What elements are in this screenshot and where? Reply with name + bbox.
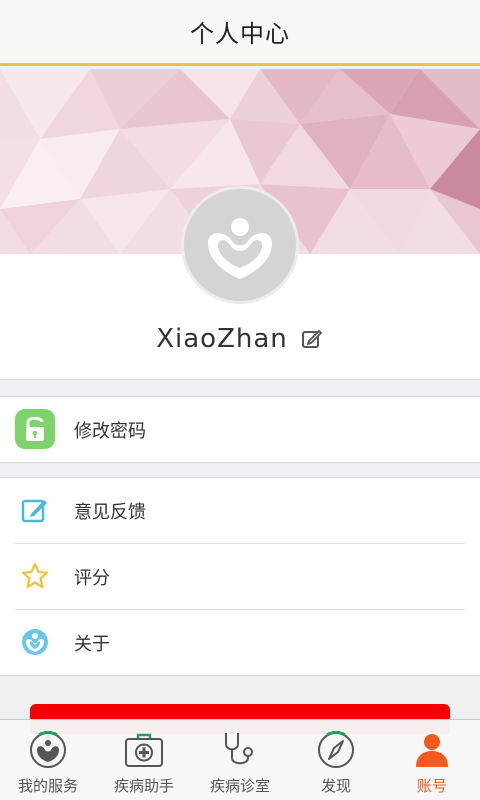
tab-label: 疾病助手: [113, 777, 174, 795]
tab-label: 发现: [320, 777, 351, 795]
compass-icon: [316, 730, 356, 770]
menu-item-label: 修改密码: [74, 420, 146, 442]
tab-disease-clinic[interactable]: 疾病诊室: [192, 720, 288, 800]
medkit-icon: [124, 730, 164, 770]
tab-account[interactable]: 账号: [384, 720, 480, 800]
menu-item-about[interactable]: 关于: [0, 610, 480, 675]
stethoscope-icon: [220, 730, 260, 770]
title-bar: 个人中心: [0, 0, 480, 66]
menu-item-label: 评分: [74, 567, 110, 589]
menu-item-feedback[interactable]: 意见反馈: [0, 478, 480, 543]
info-logo-icon: [15, 622, 55, 662]
avatar[interactable]: [181, 186, 299, 304]
app-logo-icon: [208, 218, 272, 279]
tab-label: 疾病诊室: [209, 777, 270, 795]
account-icon: [412, 730, 452, 770]
menu-item-change-password[interactable]: 修改密码: [0, 397, 480, 462]
bottom-tab-bar: 我的服务 疾病助手 疾病诊室 发现 账号: [0, 719, 480, 800]
star-icon: [15, 556, 55, 596]
page-title: 个人中心: [190, 20, 290, 48]
menu-item-label: 意见反馈: [74, 501, 146, 523]
edit-name-icon[interactable]: [300, 327, 324, 351]
tab-my-service[interactable]: 我的服务: [0, 720, 96, 800]
service-icon: [28, 730, 68, 770]
username: XiaoZhan: [156, 324, 288, 354]
menu-item-label: 关于: [74, 633, 110, 655]
tab-label: 我的服务: [17, 777, 78, 795]
lock-icon: [15, 409, 55, 449]
username-row: XiaoZhan: [0, 320, 480, 358]
tab-disease-assistant[interactable]: 疾病助手: [96, 720, 192, 800]
menu-group-general: 意见反馈 评分 关于: [0, 477, 480, 676]
tab-discover[interactable]: 发现: [288, 720, 384, 800]
edit-icon: [15, 490, 55, 530]
menu-group-security: 修改密码: [0, 396, 480, 463]
tab-label: 账号: [416, 777, 447, 795]
menu-item-rate[interactable]: 评分: [0, 544, 480, 609]
